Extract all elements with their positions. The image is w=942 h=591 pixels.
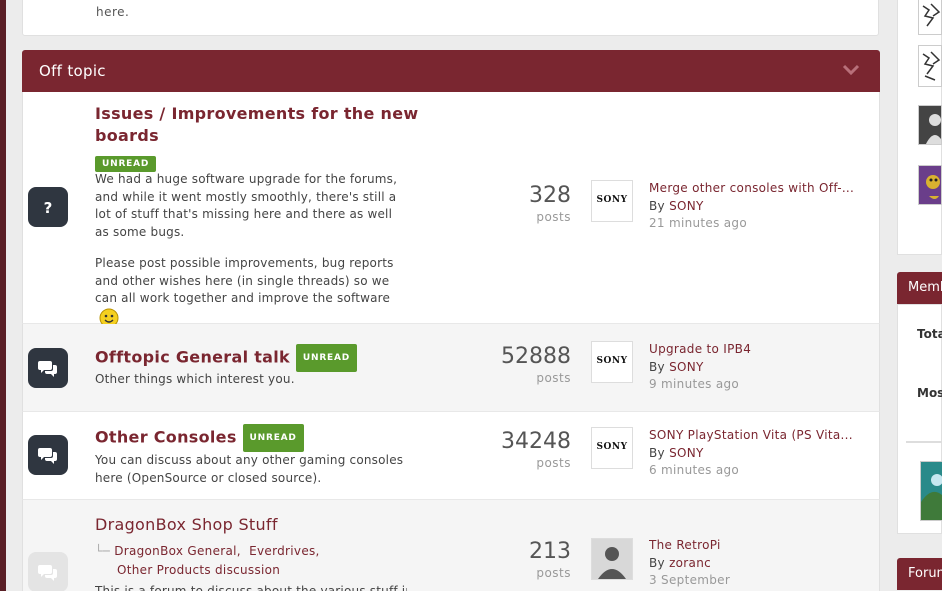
last-post-author[interactable]: SONY <box>669 446 704 460</box>
members-widget-card: Total Most <box>897 304 942 534</box>
by-prefix: By <box>649 359 665 374</box>
left-edge-strip <box>0 0 6 591</box>
most-online-label: Most <box>917 386 942 400</box>
last-post-author[interactable]: SONY <box>669 360 704 374</box>
forum-title-row: Other Consoles UNREAD <box>95 424 304 452</box>
post-count-label: posts <box>536 456 571 470</box>
last-post-title[interactable]: Upgrade to IPB4 <box>649 341 869 359</box>
forum-title[interactable]: DragonBox Shop Stuff <box>95 514 278 536</box>
previous-category-card: here. <box>22 0 879 36</box>
forum-title[interactable]: Offtopic General talk <box>95 348 290 367</box>
last-post-time: 6 minutes ago <box>649 463 740 477</box>
forum-title-line: boards <box>95 126 159 145</box>
total-members-label: Total <box>917 327 942 341</box>
chat-bubbles-icon <box>28 348 68 388</box>
subforum-link[interactable]: Everdrives, <box>249 544 320 558</box>
avatar[interactable] <box>918 45 942 87</box>
last-post-time: 3 September <box>649 573 731 587</box>
chevron-down-icon[interactable] <box>842 63 860 77</box>
last-post: Upgrade to IPB4 By SONY 9 minutes ago <box>649 341 869 394</box>
post-count: 34248 posts <box>501 429 571 471</box>
divider <box>906 441 942 443</box>
post-count-value: 328 <box>529 183 571 208</box>
sony-logo: SONY <box>596 442 628 452</box>
last-post: Merge other consoles with Off-... By SON… <box>649 180 869 233</box>
svg-text:?: ? <box>44 199 53 217</box>
subforum-link[interactable]: Other Products discussion <box>117 563 280 577</box>
avatar[interactable]: SONY <box>591 180 633 222</box>
question-icon: ? <box>28 187 68 227</box>
forum-description: Other things which interest you. <box>95 372 295 386</box>
forum-title-row: Offtopic General talk UNREAD <box>95 344 358 372</box>
last-post-author[interactable]: zoranc <box>669 556 711 570</box>
unread-badge: UNREAD <box>95 155 157 172</box>
sidebar-activity-card <box>897 0 942 255</box>
last-post: The RetroPi By zoranc 3 September <box>649 537 869 590</box>
user-silhouette-icon <box>592 539 632 579</box>
sidebar: Members Total Most Forum <box>897 0 942 591</box>
last-post: SONY PlayStation Vita (PS Vita... By SON… <box>649 427 869 480</box>
post-count: 52888 posts <box>501 344 571 386</box>
forum-description: We had a huge software upgrade for the f… <box>95 171 407 328</box>
forum-title[interactable]: Other Consoles <box>95 428 237 447</box>
post-count-value: 52888 <box>501 344 571 369</box>
last-post-title[interactable]: Merge other consoles with Off-... <box>649 180 869 198</box>
chat-bubbles-icon <box>28 435 68 475</box>
forum-row: DragonBox Shop Stuff └─ DragonBox Genera… <box>22 500 880 591</box>
forum-row: Other Consoles UNREAD You can discuss ab… <box>22 412 880 500</box>
forum-description: You can discuss about any other gaming c… <box>95 453 404 485</box>
by-prefix: By <box>649 555 665 570</box>
last-post-author-line: By SONY <box>649 198 869 216</box>
last-post-author-line: By zoranc <box>649 555 869 573</box>
subforum-list: └─ DragonBox General, Everdrives, Other … <box>95 542 415 580</box>
subforum-branch-glyph: └─ <box>95 544 111 558</box>
previous-forum-desc-tail: here. <box>96 5 130 19</box>
category-header: Off topic <box>22 50 880 92</box>
post-count: 213 posts <box>529 539 571 581</box>
subforum-link[interactable]: DragonBox General, <box>114 544 241 558</box>
forum-description-paragraph: Please post possible improvements, bug r… <box>95 256 394 305</box>
post-count-label: posts <box>536 566 571 580</box>
avatar[interactable] <box>920 461 942 521</box>
category-title[interactable]: Off topic <box>39 62 106 80</box>
by-prefix: By <box>649 198 665 213</box>
last-post-title[interactable]: The RetroPi <box>649 537 869 555</box>
forum-title[interactable]: Issues / Improvements for the new boards <box>95 103 418 147</box>
unread-badge: UNREAD <box>295 344 358 372</box>
sony-logo: SONY <box>596 195 628 205</box>
avatar[interactable] <box>918 0 942 35</box>
post-count-label: posts <box>536 210 571 224</box>
last-post-title[interactable]: SONY PlayStation Vita (PS Vita... <box>649 427 869 445</box>
post-count-label: posts <box>536 371 571 385</box>
last-post-time: 21 minutes ago <box>649 216 747 230</box>
members-widget-header: Members <box>897 272 942 304</box>
avatar[interactable]: SONY <box>591 341 633 383</box>
sony-logo: SONY <box>596 356 628 366</box>
forum-description-paragraph: We had a huge software upgrade for the f… <box>95 172 398 239</box>
avatar[interactable]: SONY <box>591 427 633 469</box>
forum-row: Offtopic General talk UNREAD Other thing… <box>22 324 880 412</box>
avatar[interactable] <box>918 165 942 205</box>
avatar[interactable] <box>591 538 633 580</box>
by-prefix: By <box>649 445 665 460</box>
unread-badge: UNREAD <box>242 424 304 452</box>
forum-row: ? Issues / Improvements for the new boar… <box>22 92 880 327</box>
forum-description: This is a forum to discuss about the var… <box>95 584 407 591</box>
last-post-time: 9 minutes ago <box>649 377 740 391</box>
forum-stats-widget-header: Forum <box>897 558 942 590</box>
avatar[interactable] <box>918 105 942 145</box>
last-post-author-line: By SONY <box>649 359 869 377</box>
last-post-author[interactable]: SONY <box>669 199 704 213</box>
chat-bubbles-icon <box>28 552 68 591</box>
last-post-author-line: By SONY <box>649 445 869 463</box>
post-count-value: 213 <box>529 539 571 564</box>
forum-title-line: Issues / Improvements for the new <box>95 104 419 123</box>
post-count: 328 posts <box>529 183 571 225</box>
post-count-value: 34248 <box>501 429 571 454</box>
